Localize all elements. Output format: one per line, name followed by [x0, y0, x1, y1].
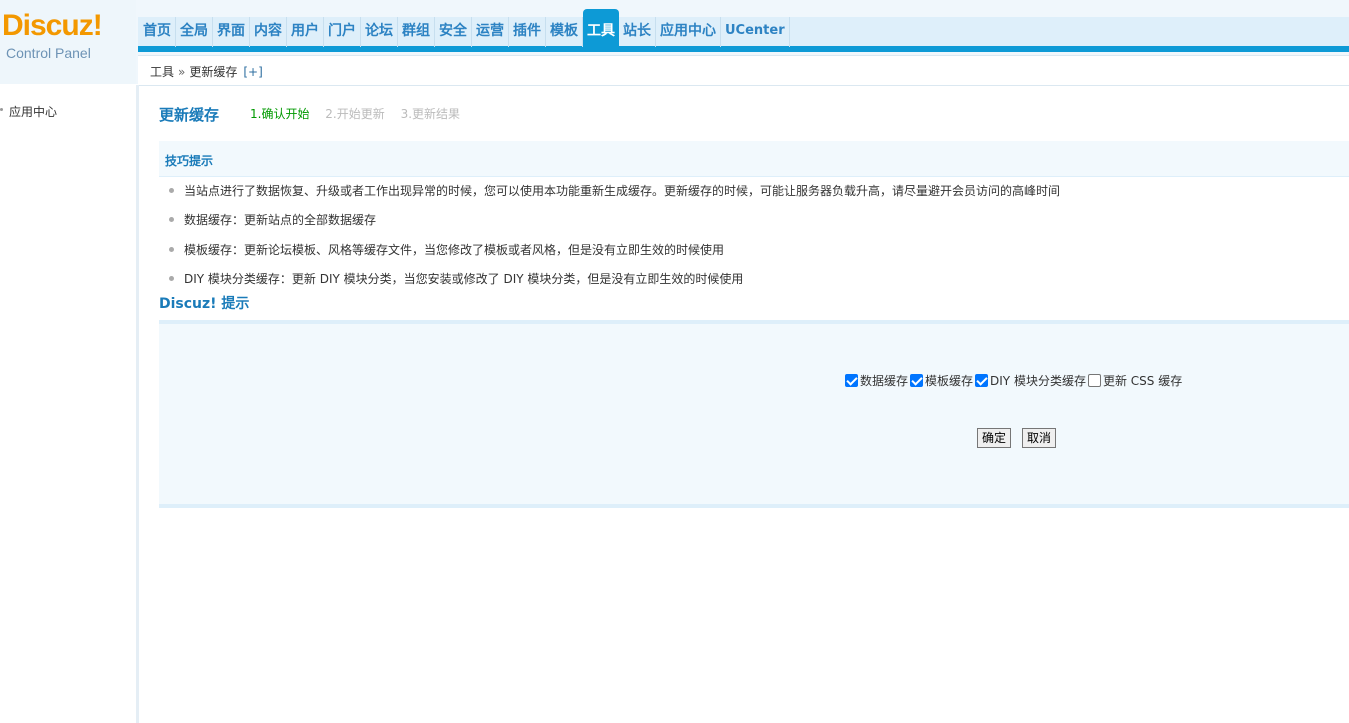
tip-item: 数据缓存：更新站点的全部数据缓存: [168, 212, 1338, 241]
logo-subtitle: Control Panel: [6, 45, 91, 61]
cancel-button[interactable]: 取消: [1022, 428, 1057, 448]
logo[interactable]: Discuz! Control Panel: [0, 0, 136, 84]
tip-item: DIY 模块分类缓存：更新 DIY 模块分类，当您安装或修改了 DIY 模块分类…: [168, 271, 1338, 300]
diy-cache-checkbox[interactable]: [975, 374, 989, 387]
nav-item-portal[interactable]: 门户: [324, 17, 361, 47]
nav-item-home[interactable]: 首页: [139, 17, 176, 47]
breadcrumb-current: 更新缓存: [189, 65, 238, 79]
breadcrumb-separator: »: [178, 65, 186, 79]
main-content: 更新缓存 1.确认开始 2.开始更新 3.更新结果 技巧提示 当站点进行了数据恢…: [140, 85, 1349, 723]
data-cache-checkbox[interactable]: [845, 374, 858, 387]
form-buttons: 确定 取消: [977, 428, 1067, 448]
tip-item: 当站点进行了数据恢复、升级或者工作出现异常的时候，您可以使用本功能重新生成缓存。…: [168, 183, 1338, 212]
header: Discuz! Control Panel 首页 全局 界面 内容 用户 门户 …: [0, 0, 1349, 86]
step-confirm-start: 1.确认开始: [250, 107, 310, 121]
nav-item-global[interactable]: 全局: [176, 17, 213, 47]
nav-item-users[interactable]: 用户: [287, 17, 324, 47]
template-cache-label: 模板缓存: [925, 374, 974, 388]
css-cache-label: 更新 CSS 缓存: [1102, 374, 1183, 388]
add-shortcut-button[interactable]: [+]: [243, 65, 262, 79]
template-cache-checkbox[interactable]: [910, 374, 924, 387]
tip-item: 模板缓存：更新论坛模板、风格等缓存文件，当您修改了模板或者风格，但是没有立即生效…: [168, 242, 1338, 271]
nav-item-plugins[interactable]: 插件: [509, 17, 546, 47]
confirm-button[interactable]: 确定: [977, 428, 1012, 448]
option-diy-cache[interactable]: DIY 模块分类缓存: [975, 372, 1086, 389]
breadcrumb-parent[interactable]: 工具: [150, 65, 174, 79]
css-cache-checkbox[interactable]: [1087, 374, 1101, 387]
nav-item-templates[interactable]: 模板: [546, 17, 583, 47]
nav-item-app-center[interactable]: 应用中心: [656, 17, 721, 47]
step-start-update: 2.开始更新: [325, 107, 385, 121]
breadcrumb: 工具 » 更新缓存 [+]: [150, 63, 263, 80]
top-nav: 首页 全局 界面 内容 用户 门户 论坛 群组 安全 运营 插件 模板 工具 站…: [139, 9, 790, 47]
nav-item-tools[interactable]: 工具: [583, 9, 619, 47]
nav-item-ucenter[interactable]: UCenter: [721, 17, 790, 47]
tips-list: 当站点进行了数据恢复、升级或者工作出现异常的时候，您可以使用本功能重新生成缓存。…: [168, 183, 1338, 300]
data-cache-label: 数据缓存: [860, 374, 909, 388]
step-update-result: 3.更新结果: [400, 107, 461, 121]
option-data-cache[interactable]: 数据缓存: [845, 372, 908, 389]
nav-item-operations[interactable]: 运营: [472, 17, 509, 47]
step-indicator: 1.确认开始 2.开始更新 3.更新结果: [250, 105, 472, 122]
cache-form: 数据缓存 模板缓存 DIY 模块分类缓存 更新 CSS 缓存 确定 取消: [159, 320, 1349, 508]
sidebar: 应用中心: [0, 85, 139, 723]
nav-item-security[interactable]: 安全: [435, 17, 472, 47]
cache-options: 数据缓存 模板缓存 DIY 模块分类缓存 更新 CSS 缓存: [845, 372, 1184, 389]
sidebar-item-app-center[interactable]: 应用中心: [0, 103, 57, 120]
page-title: 更新缓存: [159, 106, 220, 124]
option-css-cache[interactable]: 更新 CSS 缓存: [1087, 372, 1183, 389]
nav-item-forum[interactable]: 论坛: [361, 17, 398, 47]
nav-item-webmaster[interactable]: 站长: [619, 17, 656, 47]
nav-item-groups[interactable]: 群组: [398, 17, 435, 47]
tips-title: 技巧提示: [165, 154, 214, 168]
nav-item-content[interactable]: 内容: [250, 17, 287, 47]
prompt-title: Discuz! 提示: [159, 296, 250, 312]
tips-header: 技巧提示: [159, 141, 1349, 177]
logo-brand: Discuz!: [2, 9, 103, 42]
breadcrumb-bar: 工具 » 更新缓存 [+]: [138, 55, 1349, 86]
diy-cache-label: DIY 模块分类缓存: [990, 374, 1086, 388]
nav-item-interface[interactable]: 界面: [213, 17, 250, 47]
option-template-cache[interactable]: 模板缓存: [910, 372, 973, 389]
